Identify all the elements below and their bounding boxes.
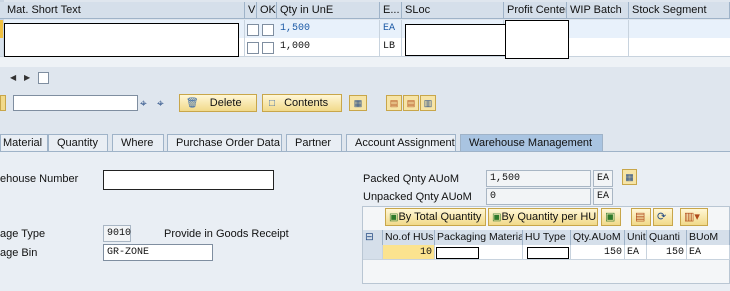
- col-hu-type[interactable]: HU Type: [523, 230, 571, 245]
- col-quanti[interactable]: Quanti: [647, 230, 687, 245]
- unpacked-unit-field[interactable]: EA: [593, 188, 613, 205]
- tab-material[interactable]: Material: [0, 134, 48, 151]
- trash-icon: 🗑: [186, 98, 199, 109]
- storage-bin-input[interactable]: GR-ZONE: [103, 244, 213, 261]
- delete-button[interactable]: 🗑 Delete: [179, 94, 257, 112]
- tab-quantity[interactable]: Quantity: [48, 134, 108, 151]
- redacted-sloc: [405, 24, 508, 56]
- item-grid-header: Mat. Short Text V OK Qty in UnE E... SLo…: [0, 2, 730, 19]
- packaging-material-cell[interactable]: [435, 245, 523, 260]
- unit-cell[interactable]: EA: [625, 245, 647, 260]
- packed-unit-field[interactable]: EA: [593, 170, 613, 187]
- find-next-icon[interactable]: ⌖: [157, 95, 174, 111]
- col-no-of-hus[interactable]: No.of HUs: [383, 230, 435, 245]
- storage-type-field[interactable]: 9010: [103, 225, 131, 242]
- quanti-cell[interactable]: 150: [647, 245, 687, 260]
- unit-cell[interactable]: EA: [380, 20, 402, 38]
- by-quantity-per-hu-button[interactable]: ▣By Quantity per HU: [488, 208, 598, 226]
- ok-checkbox[interactable]: [262, 42, 274, 54]
- layout-menu-icon[interactable]: ▥▾: [680, 208, 708, 226]
- hu-select-all-icon[interactable]: ⊟: [363, 230, 383, 245]
- col-wip-batch[interactable]: WIP Batch: [567, 2, 629, 19]
- hu-action-icon-1[interactable]: ▣: [601, 208, 621, 226]
- packed-qty-field[interactable]: 1,500: [486, 170, 591, 187]
- wip-batch-cell[interactable]: [567, 20, 629, 38]
- col-v[interactable]: V: [245, 2, 257, 19]
- tab-partner[interactable]: Partner: [286, 134, 342, 151]
- toolbar-edge-icon[interactable]: [0, 95, 6, 111]
- warehouse-number-label: ehouse Number: [0, 173, 79, 185]
- by-total-quantity-button[interactable]: ▣By Total Quantity: [385, 208, 486, 226]
- select-all-icon[interactable]: ▦: [349, 95, 367, 111]
- tab-where[interactable]: Where: [112, 134, 164, 151]
- delete-label: Delete: [209, 97, 242, 109]
- col-sloc[interactable]: SLoc: [402, 2, 504, 19]
- scroll-left-icon[interactable]: ◀: [10, 73, 16, 82]
- scroll-right-icon[interactable]: ▶: [24, 73, 30, 82]
- document-icon: □: [269, 98, 276, 109]
- v-checkbox[interactable]: [247, 24, 259, 36]
- redacted-material-text: [4, 23, 239, 57]
- col-e[interactable]: E...: [380, 2, 402, 19]
- redacted-hu-type: [527, 247, 569, 259]
- unpacked-qty-label: Unpacked Qnty AUoM: [363, 191, 472, 203]
- ok-checkbox[interactable]: [262, 24, 274, 36]
- calculator-icon[interactable]: ▦: [622, 169, 637, 185]
- buom-cell[interactable]: EA: [687, 245, 730, 260]
- storage-type-description: Provide in Goods Receipt: [164, 228, 289, 240]
- by-quantity-per-hu-label: By Quantity per HU: [501, 211, 597, 223]
- qty-cell[interactable]: 1,500: [277, 20, 380, 38]
- contents-label: Contents: [284, 97, 329, 109]
- find-input[interactable]: [13, 95, 138, 111]
- qty-auom-cell[interactable]: 150: [571, 245, 625, 260]
- refresh-icon[interactable]: ⟳: [653, 208, 673, 226]
- hu-type-cell[interactable]: [523, 245, 571, 260]
- unpacked-qty-field[interactable]: 0: [486, 188, 591, 205]
- wip-batch-cell[interactable]: [567, 38, 629, 56]
- hu-action-icon-2[interactable]: ▤: [631, 208, 651, 226]
- redacted-profit-center: [505, 20, 569, 59]
- qty-cell[interactable]: 1,000: [277, 38, 380, 56]
- horizontal-scrollbar[interactable]: [38, 72, 49, 84]
- layout-icon-2[interactable]: ▤: [403, 95, 419, 111]
- col-qty-in-une[interactable]: Qty in UnE: [277, 2, 380, 19]
- no-of-hus-cell[interactable]: 10: [383, 245, 435, 260]
- contents-button[interactable]: □ Contents: [262, 94, 342, 112]
- storage-type-label: age Type: [0, 228, 46, 240]
- col-unit[interactable]: Unit: [625, 230, 647, 245]
- tab-warehouse-management[interactable]: Warehouse Management: [460, 134, 603, 151]
- col-mat-short-text[interactable]: Mat. Short Text: [4, 2, 245, 19]
- hu-row-selector[interactable]: [363, 245, 383, 260]
- col-ok[interactable]: OK: [257, 2, 277, 19]
- col-buom[interactable]: BUoM: [687, 230, 730, 245]
- v-checkbox[interactable]: [247, 42, 259, 54]
- col-profit-center[interactable]: Profit Center: [504, 2, 567, 19]
- tab-purchase-order-data[interactable]: Purchase Order Data: [167, 134, 282, 151]
- col-stock-segment[interactable]: Stock Segment: [629, 2, 730, 19]
- layout-icon-1[interactable]: ▤: [386, 95, 402, 111]
- layout-icon-3[interactable]: ▥: [420, 95, 436, 111]
- grid-empty-area: [0, 57, 730, 67]
- col-packaging-material[interactable]: Packaging Material: [435, 230, 523, 245]
- unit-cell[interactable]: LB: [380, 38, 402, 56]
- find-icon[interactable]: ⌖: [140, 95, 157, 111]
- col-qty-auom[interactable]: Qty.AUoM: [571, 230, 625, 245]
- by-total-quantity-label: By Total Quantity: [398, 211, 482, 223]
- tab-account-assignment[interactable]: Account Assignment: [346, 134, 456, 151]
- redacted-packaging-material: [436, 247, 479, 259]
- packed-qty-label: Packed Qnty AUoM: [363, 173, 459, 185]
- warehouse-number-input[interactable]: [103, 170, 274, 190]
- storage-bin-label: age Bin: [0, 247, 38, 259]
